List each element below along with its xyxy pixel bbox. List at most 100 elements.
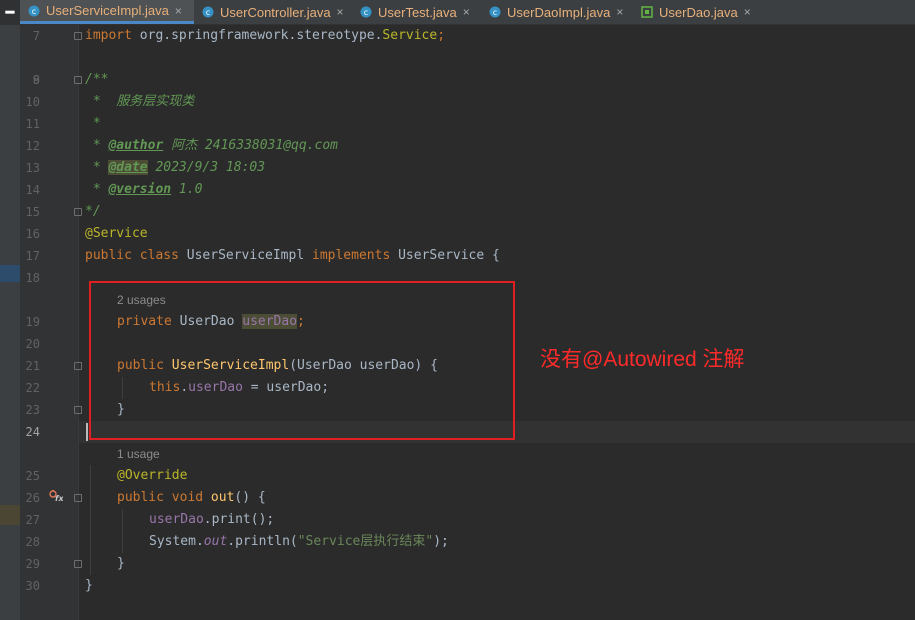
code-line-13[interactable]: * @date 2023/9/3 18:03 [85,157,265,179]
line-number: 7 [32,29,40,43]
line-number: 25 [25,469,40,483]
tab-userdaoimpl[interactable]: c UserDaoImpl.java × [481,0,633,24]
annotation: @Override [117,468,188,483]
override-implements-icon[interactable]: fx [49,489,64,505]
doc-comment: 2023/9/3 18:03 [147,160,266,175]
interface-icon [641,6,653,18]
line-number: 23 [25,403,40,417]
code-line-11[interactable]: * [85,113,101,135]
keyword: void [163,490,204,505]
code-line-7[interactable]: import org.springframework.stereotype.Se… [85,25,445,47]
line-number: 13 [25,161,40,175]
code-line-29[interactable]: } [117,553,125,575]
doc-comment: * 服务层实现类 [85,94,195,109]
fold-marker[interactable] [74,32,82,40]
line-number: 21 [25,359,40,373]
gutter-separator [78,25,79,620]
doc-comment: 1.0 [171,182,203,197]
keyword: public [117,490,164,505]
line-number: 9 [32,73,40,87]
fold-marker[interactable] [74,76,82,84]
line-number: 14 [25,183,40,197]
line-number: 24 [25,425,40,439]
line-number: 15 [25,205,40,219]
semicolon: ; [437,28,446,43]
code-line-30[interactable]: } [85,575,93,597]
annotation-note: 没有@Autowired 注解 [540,348,745,371]
code-line-12[interactable]: * @author 阿杰 2416338031@qq.com [85,135,338,157]
line-number: 29 [25,557,40,571]
line-number: 20 [25,337,40,351]
keyword: class [131,248,179,263]
method-name: out [203,490,235,505]
editor-tab-bar: ━ c UserServiceImpl.java × c UserControl… [0,0,915,25]
menu-icon[interactable]: ━ [0,0,20,24]
method-call: .print(); [203,512,275,527]
doc-comment: 阿杰 2416338031@qq.com [163,138,338,153]
class-ref: System. [149,534,204,549]
class-icon: c [360,6,372,18]
doc-comment: * [85,182,109,197]
text-caret [86,423,88,441]
doc-tag: @version [108,182,172,197]
fold-marker[interactable] [74,494,82,502]
line-number: 11 [25,117,40,131]
line-number: 27 [25,513,40,527]
package-path: org.springframework.stereotype. [131,28,383,43]
code-line-28[interactable]: System.out.println("Service层执行结束"); [149,531,449,553]
scroll-marker [0,265,20,282]
paren: ); [433,534,449,549]
code-line-14[interactable]: * @version 1.0 [85,179,203,201]
usages-hint[interactable]: 1 usage [117,443,160,465]
tab-label: UserServiceImpl.java [46,3,169,18]
doc-comment: * [85,138,109,153]
highlight-box [89,281,515,440]
left-tool-strip [0,25,20,620]
close-icon[interactable]: × [616,5,623,19]
code-line-26[interactable]: public void out() { [117,487,266,509]
static-field: out [203,534,228,549]
scroll-marker [0,505,20,525]
close-icon[interactable]: × [175,4,182,18]
class-ref: Service [382,28,438,43]
tab-usercontroller[interactable]: c UserController.java × [194,0,352,24]
tab-label: UserDaoImpl.java [507,4,611,20]
line-number: 26 [25,491,40,505]
tab-label: UserDao.java [659,4,738,20]
svg-text:c: c [493,8,497,17]
class-icon: c [202,6,214,18]
code-line-27[interactable]: userDao.print(); [149,509,274,531]
fold-marker[interactable] [74,406,82,414]
code-line-9[interactable]: /** [85,69,108,91]
close-icon[interactable]: × [337,5,344,19]
tab-userserviceimpl[interactable]: c UserServiceImpl.java × [20,0,194,24]
svg-text:c: c [32,7,36,16]
tab-label: UserTest.java [378,4,457,20]
fold-marker[interactable] [74,208,82,216]
keyword: implements [312,248,391,263]
tab-label: UserController.java [220,4,331,20]
code-line-17[interactable]: public class UserServiceImpl implements … [85,245,500,267]
close-icon[interactable]: × [744,5,751,19]
code-line-10[interactable]: * 服务层实现类 [85,91,195,113]
indent-guide [122,509,123,553]
doc-comment: /** [85,72,109,87]
code-line-15[interactable]: */ [85,201,101,223]
keyword: public [85,248,132,263]
code-line-16[interactable]: @Service [85,223,148,245]
doc-comment: * [85,160,109,175]
doc-tag: @author [108,138,164,153]
doc-tag: @date [108,160,148,175]
line-number: 22 [25,381,40,395]
svg-text:c: c [206,8,210,17]
param-list: () { [234,490,266,505]
line-number: 18 [25,271,40,285]
tab-usertest[interactable]: c UserTest.java × [352,0,481,24]
fold-marker[interactable] [74,362,82,370]
code-line-25[interactable]: @Override [117,465,187,487]
close-icon[interactable]: × [463,5,470,19]
tab-userdao[interactable]: UserDao.java × [633,0,763,24]
line-number: 28 [25,535,40,549]
fold-marker[interactable] [74,560,82,568]
line-number: 10 [25,95,40,109]
